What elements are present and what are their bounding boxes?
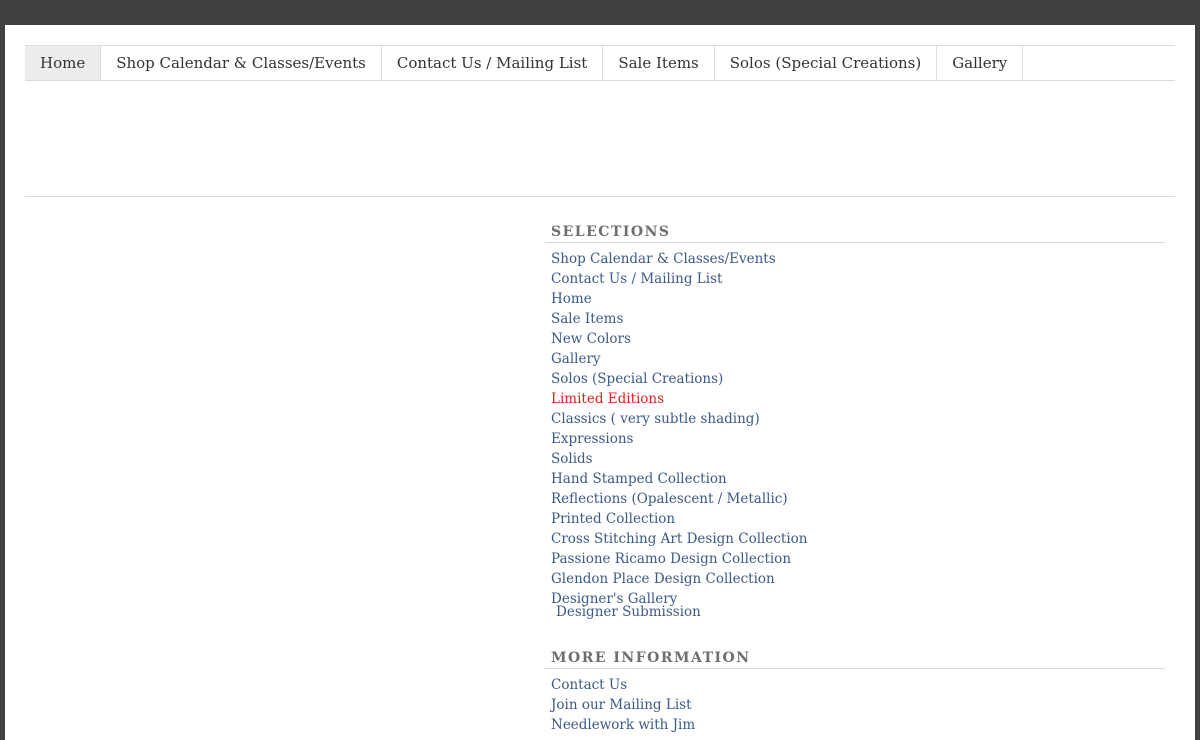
link-limited-editions[interactable]: Limited Editions xyxy=(551,389,1165,409)
link-classics[interactable]: Classics ( very subtle shading) xyxy=(551,409,1165,429)
link-gallery[interactable]: Gallery xyxy=(551,349,1165,369)
tab-shop-calendar[interactable]: Shop Calendar & Classes/Events xyxy=(101,46,382,80)
link-passione-ricamo[interactable]: Passione Ricamo Design Collection xyxy=(551,549,1165,569)
link-contact-us[interactable]: Contact Us xyxy=(551,675,1165,695)
link-cross-stitching[interactable]: Cross Stitching Art Design Collection xyxy=(551,529,1165,549)
top-navigation: Home Shop Calendar & Classes/Events Cont… xyxy=(25,45,1175,81)
tab-sale-items[interactable]: Sale Items xyxy=(603,46,715,80)
link-solos[interactable]: Solos (Special Creations) xyxy=(551,369,1165,389)
sidebar: SELECTIONS Shop Calendar & Classes/Event… xyxy=(545,223,1165,735)
link-sale-items[interactable]: Sale Items xyxy=(551,309,1165,329)
more-information-heading: MORE INFORMATION xyxy=(545,649,1165,669)
link-solids[interactable]: Solids xyxy=(551,449,1165,469)
tab-contact-us[interactable]: Contact Us / Mailing List xyxy=(382,46,604,80)
link-home[interactable]: Home xyxy=(551,289,1165,309)
more-information-section: MORE INFORMATION Contact Us Join our Mai… xyxy=(545,649,1165,735)
selections-list: Shop Calendar & Classes/Events Contact U… xyxy=(545,243,1165,620)
tab-gallery[interactable]: Gallery xyxy=(937,46,1024,80)
link-glendon-place[interactable]: Glendon Place Design Collection xyxy=(551,569,1165,589)
link-join-mailing-list[interactable]: Join our Mailing List xyxy=(551,695,1165,715)
header-divider xyxy=(25,196,1175,197)
tab-home[interactable]: Home xyxy=(25,46,102,80)
more-information-list: Contact Us Join our Mailing List Needlew… xyxy=(545,669,1165,735)
link-printed-collection[interactable]: Printed Collection xyxy=(551,509,1165,529)
link-expressions[interactable]: Expressions xyxy=(551,429,1165,449)
link-contact-us-mailing[interactable]: Contact Us / Mailing List xyxy=(551,269,1165,289)
link-shop-calendar[interactable]: Shop Calendar & Classes/Events xyxy=(551,249,1165,269)
tab-solos[interactable]: Solos (Special Creations) xyxy=(715,46,938,80)
link-needlework-with-jim[interactable]: Needlework with Jim xyxy=(551,715,1165,735)
link-new-colors[interactable]: New Colors xyxy=(551,329,1165,349)
page-content: Home Shop Calendar & Classes/Events Cont… xyxy=(5,25,1195,740)
link-designer-submission[interactable]: Designer Submission xyxy=(551,605,1165,620)
selections-heading: SELECTIONS xyxy=(545,223,1165,243)
link-hand-stamped[interactable]: Hand Stamped Collection xyxy=(551,469,1165,489)
link-reflections[interactable]: Reflections (Opalescent / Metallic) xyxy=(551,489,1165,509)
